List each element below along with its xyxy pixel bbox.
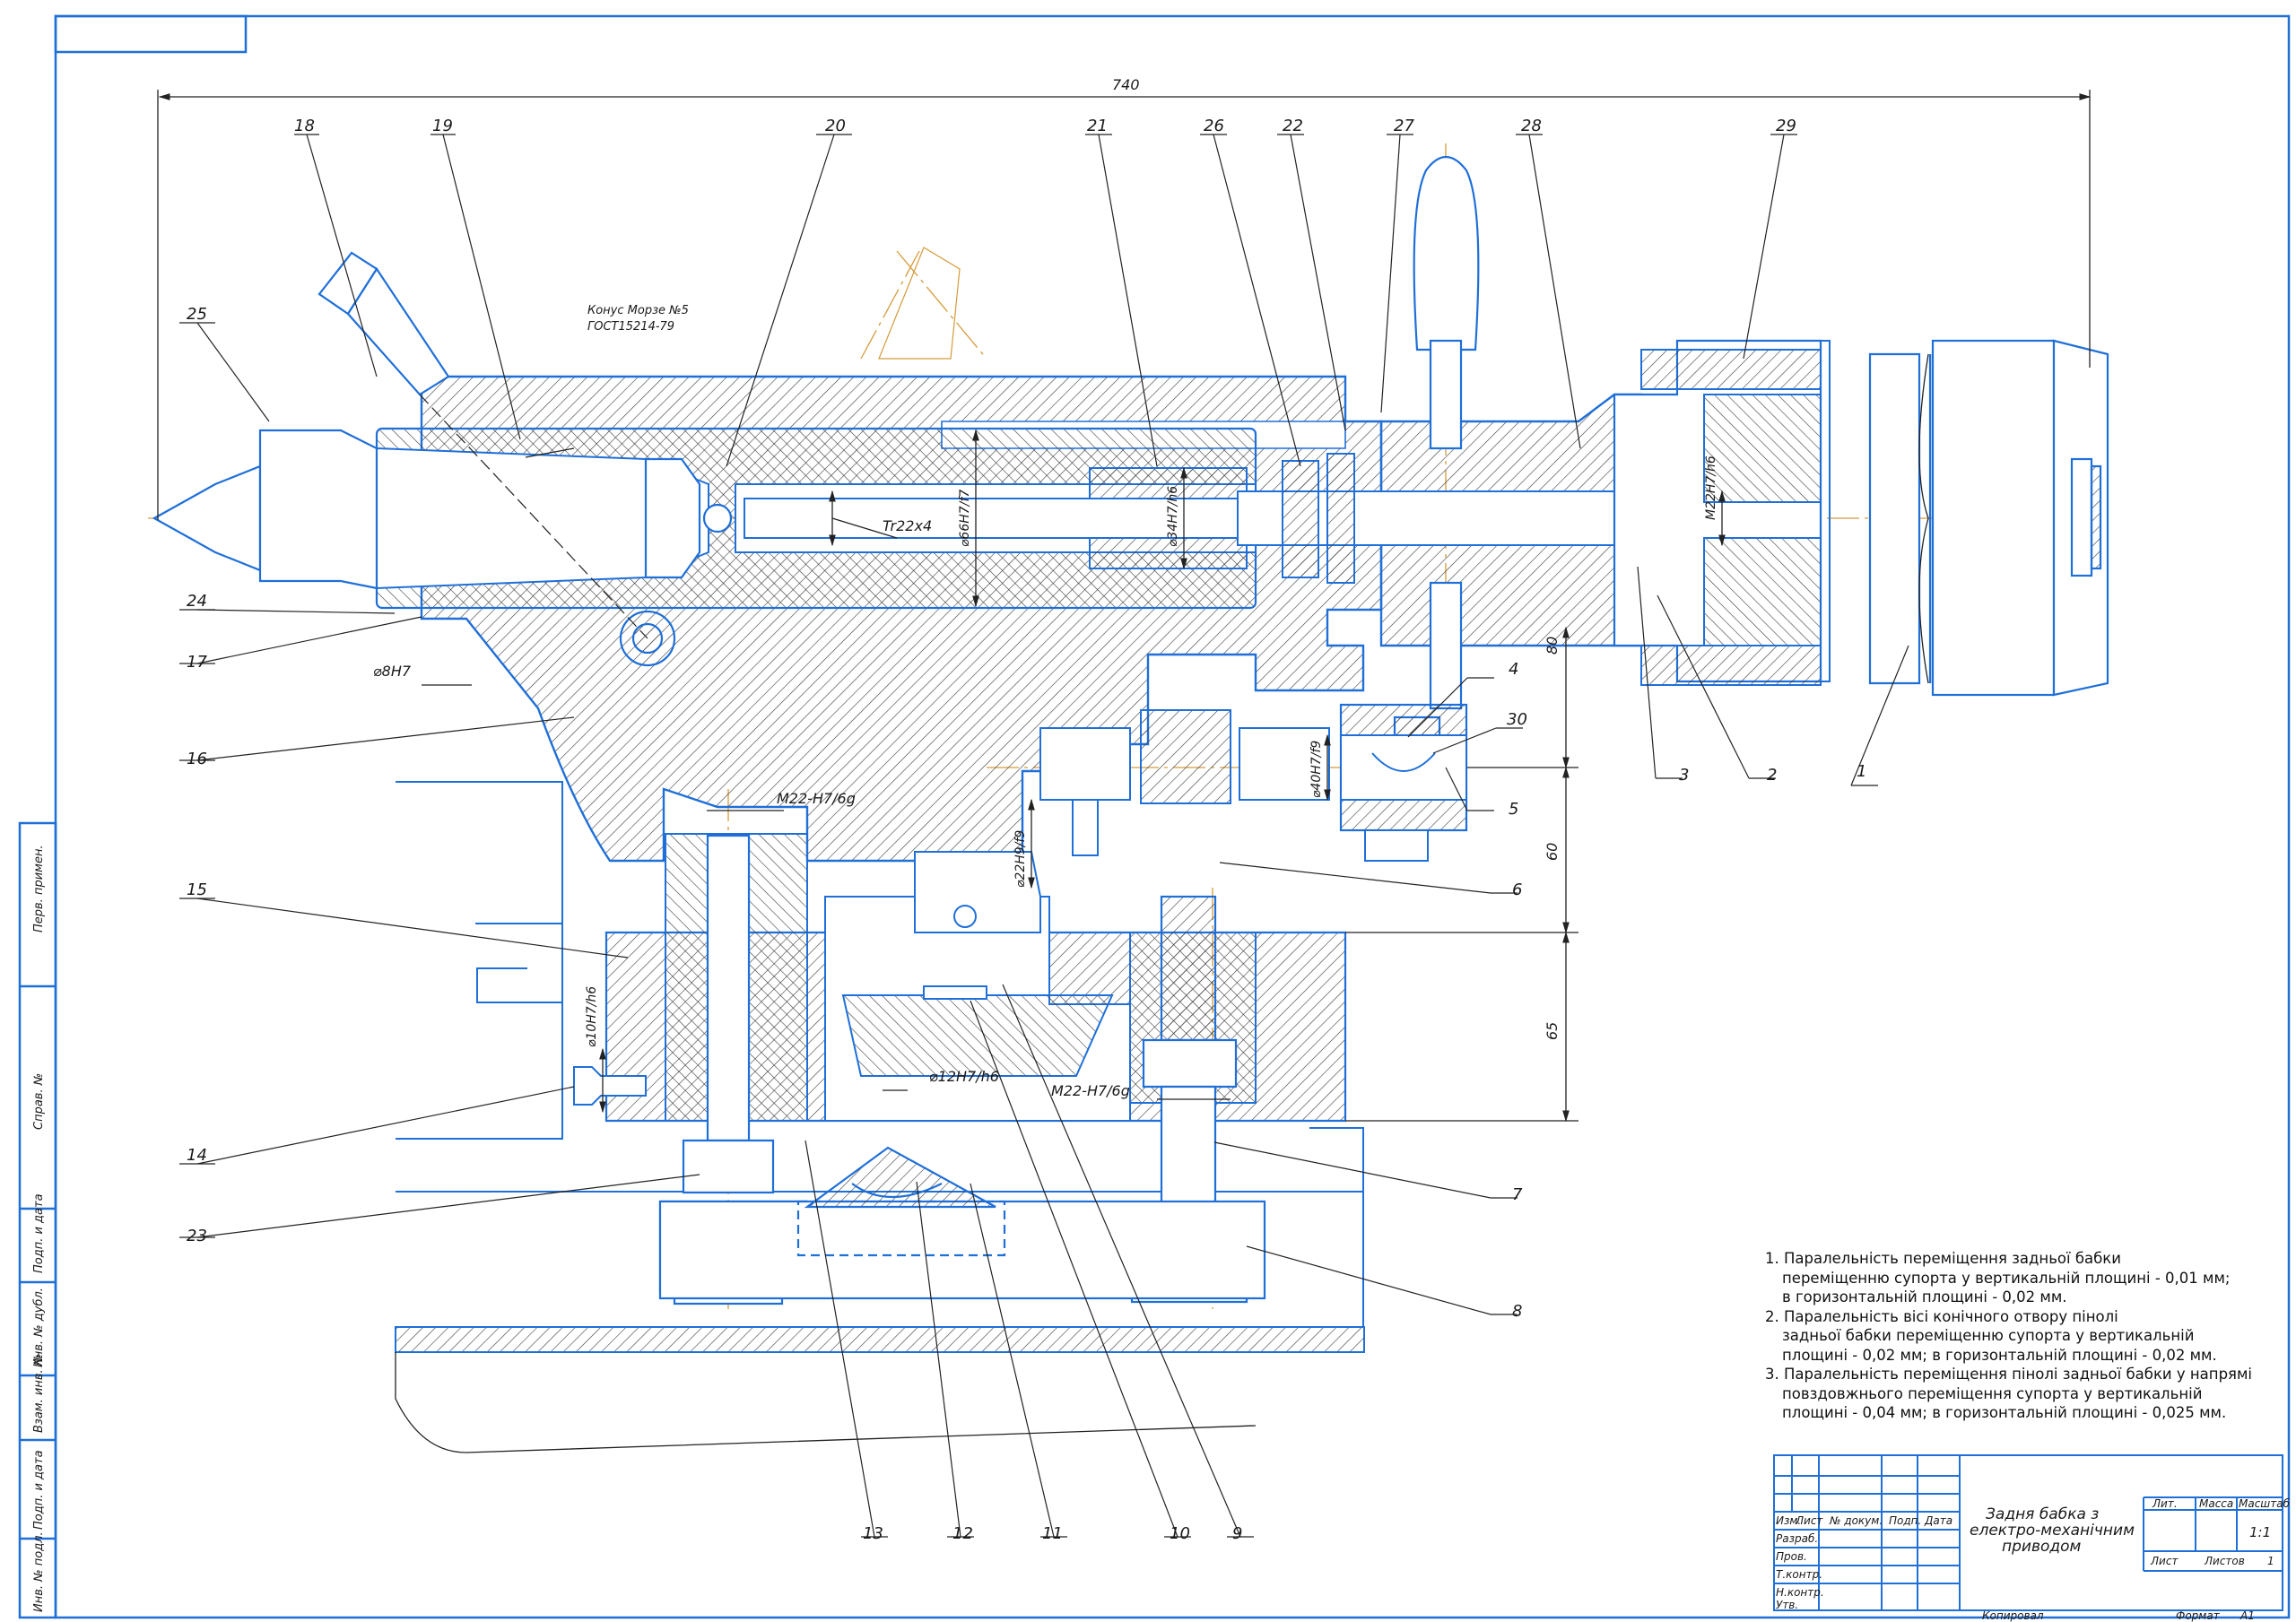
callout-15: 15 [187,880,207,899]
note-2-line-2: задньої бабки переміщенню супорта у верт… [1782,1327,2195,1344]
tb-nkontr: Н.контр. [1776,1586,1824,1599]
callout-7: 7 [1512,1185,1523,1204]
tb-podp: Подп. [1889,1514,1921,1527]
dim-d22: ⌀22H9/f9 [1013,830,1028,888]
callout-20: 20 [825,117,846,135]
dim-60: 60 [1544,843,1561,861]
note-2-line-3: площині - 0,02 мм; в горизонтальній площ… [1782,1346,2217,1364]
electric-motor [1868,339,2109,697]
tb-title-1: Задня бабка з [1986,1505,2099,1523]
tb-data: Дата [1924,1514,1952,1527]
callout-18: 18 [294,117,315,135]
callout-27: 27 [1394,117,1414,135]
dim-80: 80 [1544,637,1561,655]
callout-24: 24 [187,592,207,611]
callout-17: 17 [187,653,207,672]
callout-30: 30 [1507,710,1527,729]
dim-d40: ⌀40H7/f9 [1309,741,1324,798]
tb-lit: Лит. [2152,1497,2178,1510]
tb-listov-value: 1 [2267,1555,2274,1567]
margin-label-podp-data: Подп. и дата [32,1450,46,1530]
tb-prov: Пров. [1776,1550,1807,1563]
dim-morse: Конус Морзе №5 [587,304,689,317]
tb-listov-label: Листов [2204,1555,2245,1567]
tb-kopiroval: Копировал [1982,1609,2044,1622]
callout-14: 14 [187,1146,207,1165]
tb-massa: Масса [2199,1497,2233,1510]
tb-docum: № докум. [1829,1514,1883,1527]
callout-23: 23 [187,1227,207,1245]
callout-6: 6 [1512,880,1522,899]
note-2-line-1: 2. Паралельність вісі конічного отвору п… [1765,1307,2118,1325]
margin-label-sprav: Справ. № [32,1073,46,1130]
callout-29: 29 [1776,117,1796,135]
tb-list: Лист [1795,1514,1823,1527]
dim-thread-tr: Tr22x4 [883,517,932,534]
callout-16: 16 [187,750,207,768]
callout-4: 4 [1509,660,1518,679]
note-3-line-1: 3. Паралельність переміщення пінолі задн… [1765,1366,2253,1383]
note-1-line-3: в горизонтальній площині - 0,02 мм. [1782,1288,2067,1305]
note-1-line-1: 1. Паралельність переміщення задньої баб… [1765,1250,2121,1267]
callout-2: 2 [1767,766,1777,785]
dim-d34: ⌀34H7/h6 [1166,486,1180,547]
tb-masshtab: Масштаб [2239,1497,2291,1510]
tb-format: Формат [2176,1609,2221,1622]
dim-65: 65 [1544,1022,1561,1040]
margin-label-vzam-inv: Взам. инв. № [32,1354,46,1433]
tb-title-2: електро-механічним [1970,1522,2135,1540]
note-3-line-3: площині - 0,04 мм; в горизонтальній площ… [1782,1404,2227,1421]
dim-m22-ring: M22H7/h6 [1704,455,1718,520]
note-1-line-2: переміщенню супорта у вертикальній площи… [1782,1269,2231,1287]
callout-3: 3 [1679,766,1689,785]
note-3-line-2: повздовжнього переміщення супорта у верт… [1782,1384,2203,1402]
cam-mechanism [1039,703,1468,862]
dim-d12: ⌀12H7/h6 [929,1068,999,1085]
dim-m22-right: M22-H7/6g [1051,1082,1130,1099]
margin-labels: Перв. примен. Справ. № Подп. и дата Инв.… [32,845,46,1612]
tb-razrab: Разраб. [1776,1532,1818,1545]
callout-28: 28 [1521,117,1542,135]
dim-m22-left: M22-H7/6g [777,790,856,807]
tb-utv: Утв. [1776,1599,1798,1611]
callout-19: 19 [432,117,453,135]
callout-12: 12 [952,1524,973,1543]
tb-tkontr: Т.контр. [1776,1568,1822,1581]
callout-8: 8 [1512,1302,1522,1321]
dim-d10: ⌀10H7/h6 [585,986,599,1047]
tb-scale-value: 1:1 [2249,1524,2271,1540]
callout-5: 5 [1509,800,1518,819]
tb-format-value: A1 [2239,1609,2255,1622]
note-3: 3. Паралельність переміщення пінолі задн… [1765,1365,2267,1423]
margin-label-inv-podl: Инв. № подл. [32,1531,46,1612]
dim-d66: ⌀66H7/f7 [958,490,972,547]
margin-label-podp-data-top: Подп. и дата [32,1193,46,1273]
note-1: 1. Паралельність переміщення задньої баб… [1765,1249,2267,1307]
margin-label-perv-primen: Перв. примен. [32,845,46,932]
dim-d8: ⌀8H7 [373,663,412,680]
callout-22: 22 [1283,117,1303,135]
title-block-text: Изм. Лист № докум. Подп. Дата Разраб. Пр… [1776,1497,2291,1622]
callout-21: 21 [1087,117,1108,135]
callout-10: 10 [1170,1524,1190,1543]
note-2: 2. Паралельність вісі конічного отвору п… [1765,1307,2267,1366]
callout-26: 26 [1204,117,1224,135]
callout-25: 25 [187,305,207,324]
dim-gost: ГОСТ15214-79 [587,320,674,334]
callout-1: 1 [1857,762,1866,781]
callout-11: 11 [1042,1524,1063,1543]
tb-title-3: приводом [2002,1538,2082,1556]
tb-list-label: Лист [2150,1555,2179,1567]
dim-740: 740 [1112,76,1140,93]
callout-9: 9 [1232,1524,1242,1543]
callout-13: 13 [863,1524,883,1543]
technical-requirements: 1. Паралельність переміщення задньої баб… [1765,1249,2267,1423]
